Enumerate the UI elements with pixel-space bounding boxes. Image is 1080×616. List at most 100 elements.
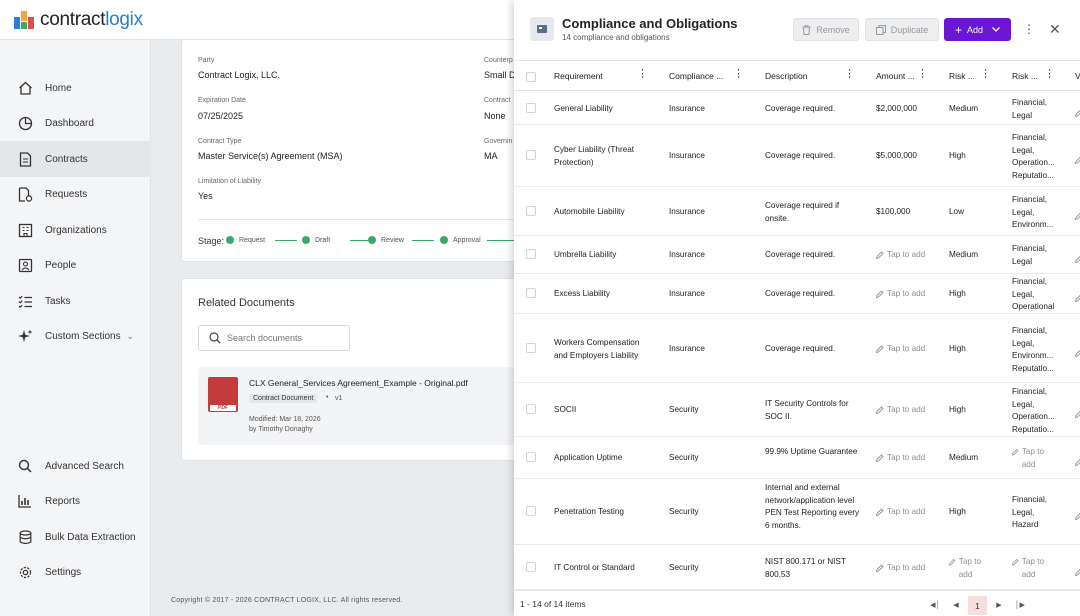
- sidebar-item-organizations[interactable]: Organizations: [0, 212, 151, 248]
- remove-button[interactable]: Remove: [793, 18, 859, 41]
- panel-title: Compliance and Obligations: [562, 16, 738, 31]
- edit-icon[interactable]: [1074, 250, 1080, 268]
- plus-icon: +: [954, 22, 962, 37]
- row-checkbox[interactable]: [526, 150, 536, 160]
- row-checkbox[interactable]: [526, 206, 536, 216]
- table-row[interactable]: General Liability Insurance Coverage requi…: [514, 92, 1080, 125]
- row-checkbox[interactable]: [526, 103, 536, 113]
- pagination-info: 1 - 14 of 14 items: [520, 599, 586, 609]
- row-checkbox[interactable]: [526, 288, 536, 298]
- sidebar-item-settings[interactable]: Settings: [0, 554, 151, 590]
- tap-to-add[interactable]: Tap to add: [876, 249, 936, 262]
- row-checkbox[interactable]: [526, 506, 536, 516]
- sidebar-item-reports[interactable]: Reports: [0, 483, 151, 519]
- sidebar-item-requests[interactable]: Requests: [0, 176, 151, 212]
- sidebar-item-contracts[interactable]: Contracts: [0, 141, 151, 177]
- pencil-icon: [1012, 558, 1019, 566]
- edit-icon[interactable]: [1074, 507, 1080, 525]
- close-icon[interactable]: ✕: [1049, 22, 1061, 36]
- column-menu-icon[interactable]: ⋮: [844, 69, 855, 80]
- table-row[interactable]: Automobile Liability Insurance Coverage re…: [514, 187, 1080, 236]
- column-header-description[interactable]: Description: [765, 71, 845, 81]
- row-checkbox[interactable]: [526, 249, 536, 259]
- stage-review[interactable]: Review: [368, 236, 404, 244]
- remove-label: Remove: [816, 24, 850, 35]
- document-name[interactable]: CLX General_Services Agreement_Example -…: [249, 378, 468, 388]
- table-row[interactable]: IT Control or Standard Security NIST 800.1…: [514, 545, 1080, 590]
- document-card[interactable]: PDF CLX General_Services Agreement_Examp…: [198, 367, 542, 445]
- edit-icon[interactable]: [1074, 151, 1080, 169]
- row-checkbox[interactable]: [526, 404, 536, 414]
- search-documents-input[interactable]: Search documents: [198, 325, 350, 351]
- column-header-requirement[interactable]: Requirement: [554, 71, 644, 81]
- brand-name: contractlogix: [40, 9, 143, 31]
- stage-draft[interactable]: Draft: [302, 236, 330, 244]
- select-all-checkbox[interactable]: [526, 72, 536, 82]
- edit-icon[interactable]: [1074, 453, 1080, 471]
- next-page-icon[interactable]: ▶: [991, 597, 1007, 613]
- stage-request[interactable]: Request: [226, 236, 265, 244]
- column-header-amount[interactable]: Amount ...: [876, 71, 918, 81]
- tap-to-add[interactable]: Tap to add: [876, 343, 936, 356]
- edit-icon[interactable]: [1074, 344, 1080, 362]
- tap-to-add[interactable]: Tap to add: [949, 556, 991, 581]
- table-row[interactable]: Workers Compensation and Employers Liabi…: [514, 314, 1080, 383]
- add-button[interactable]: + Add: [944, 18, 1011, 41]
- column-header-risk-level[interactable]: Risk ...: [949, 71, 977, 81]
- tap-to-add[interactable]: Tap to add: [876, 562, 936, 575]
- sidebar-item-custom-sections[interactable]: Custom Sections ⌄: [0, 318, 151, 354]
- edit-icon[interactable]: [1074, 207, 1080, 225]
- sidebar-item-people[interactable]: People: [0, 247, 151, 283]
- contract-value: None: [484, 111, 506, 121]
- row-checkbox[interactable]: [526, 452, 536, 462]
- first-page-icon[interactable]: ◀│: [927, 597, 943, 613]
- tap-to-add[interactable]: Tap to add: [1012, 446, 1054, 471]
- column-header-v[interactable]: V: [1075, 71, 1080, 81]
- stage-approval[interactable]: Approval: [440, 236, 481, 244]
- table-row[interactable]: SOCII Security IT Security Controls for SO…: [514, 383, 1080, 437]
- more-options-icon[interactable]: ⋮: [1023, 23, 1035, 35]
- row-checkbox[interactable]: [526, 343, 536, 353]
- row-checkbox[interactable]: [526, 562, 536, 572]
- sidebar-item-label: Dashboard: [45, 117, 94, 129]
- field-label: Limitation of Liability: [198, 178, 262, 185]
- tap-to-add[interactable]: Tap to add: [876, 452, 936, 465]
- tap-to-add[interactable]: Tap to add: [876, 288, 936, 301]
- sidebar-item-bulk-data-extraction[interactable]: Bulk Data Extraction: [0, 519, 151, 555]
- column-header-compliance[interactable]: Compliance ...: [669, 71, 727, 81]
- tap-to-add[interactable]: Tap to add: [1012, 556, 1054, 581]
- sidebar-item-label: People: [45, 259, 77, 271]
- table-row[interactable]: Application Uptime Security 99.9% Uptime G…: [514, 437, 1080, 479]
- tap-to-add[interactable]: Tap to add: [876, 506, 936, 519]
- search-icon: [209, 332, 221, 344]
- table-row[interactable]: Penetration Testing Security Internal and …: [514, 479, 1080, 545]
- brand-logo[interactable]: contractlogix: [14, 9, 143, 31]
- table-row[interactable]: Cyber Liability (Threat Protection) Insur…: [514, 125, 1080, 187]
- duplicate-button[interactable]: Duplicate: [865, 18, 939, 41]
- pdf-file-icon: PDF: [208, 377, 238, 412]
- table-row[interactable]: Excess Liability Insurance Coverage requir…: [514, 274, 1080, 314]
- edit-icon[interactable]: [1074, 104, 1080, 122]
- tap-to-add[interactable]: Tap to add: [876, 404, 936, 417]
- table-row[interactable]: Umbrella Liability Insurance Coverage requ…: [514, 236, 1080, 274]
- sidebar-item-advanced-search[interactable]: Advanced Search: [0, 448, 151, 484]
- current-page-button[interactable]: 1: [968, 596, 987, 615]
- prev-page-icon[interactable]: ◀: [948, 597, 964, 613]
- last-page-icon[interactable]: │▶: [1012, 597, 1028, 613]
- column-menu-icon[interactable]: ⋮: [917, 69, 928, 80]
- sidebar-item-dashboard[interactable]: Dashboard: [0, 105, 151, 141]
- column-menu-icon[interactable]: ⋮: [637, 69, 648, 80]
- stage-dot: [440, 236, 448, 244]
- column-menu-icon[interactable]: ⋮: [1044, 69, 1055, 80]
- edit-icon[interactable]: [1074, 563, 1080, 581]
- edit-icon[interactable]: [1074, 289, 1080, 307]
- chevron-down-icon[interactable]: ⌄: [126, 331, 134, 342]
- edit-icon[interactable]: [1074, 405, 1080, 423]
- sidebar-item-home[interactable]: Home: [0, 70, 151, 106]
- column-header-risk-category[interactable]: Risk ...: [1012, 71, 1040, 81]
- column-menu-icon[interactable]: ⋮: [980, 69, 991, 80]
- column-menu-icon[interactable]: ⋮: [733, 69, 744, 80]
- amount-cell: $100,000: [876, 207, 911, 216]
- sidebar-item-tasks[interactable]: Tasks: [0, 283, 151, 319]
- sparkle-icon: [17, 328, 33, 344]
